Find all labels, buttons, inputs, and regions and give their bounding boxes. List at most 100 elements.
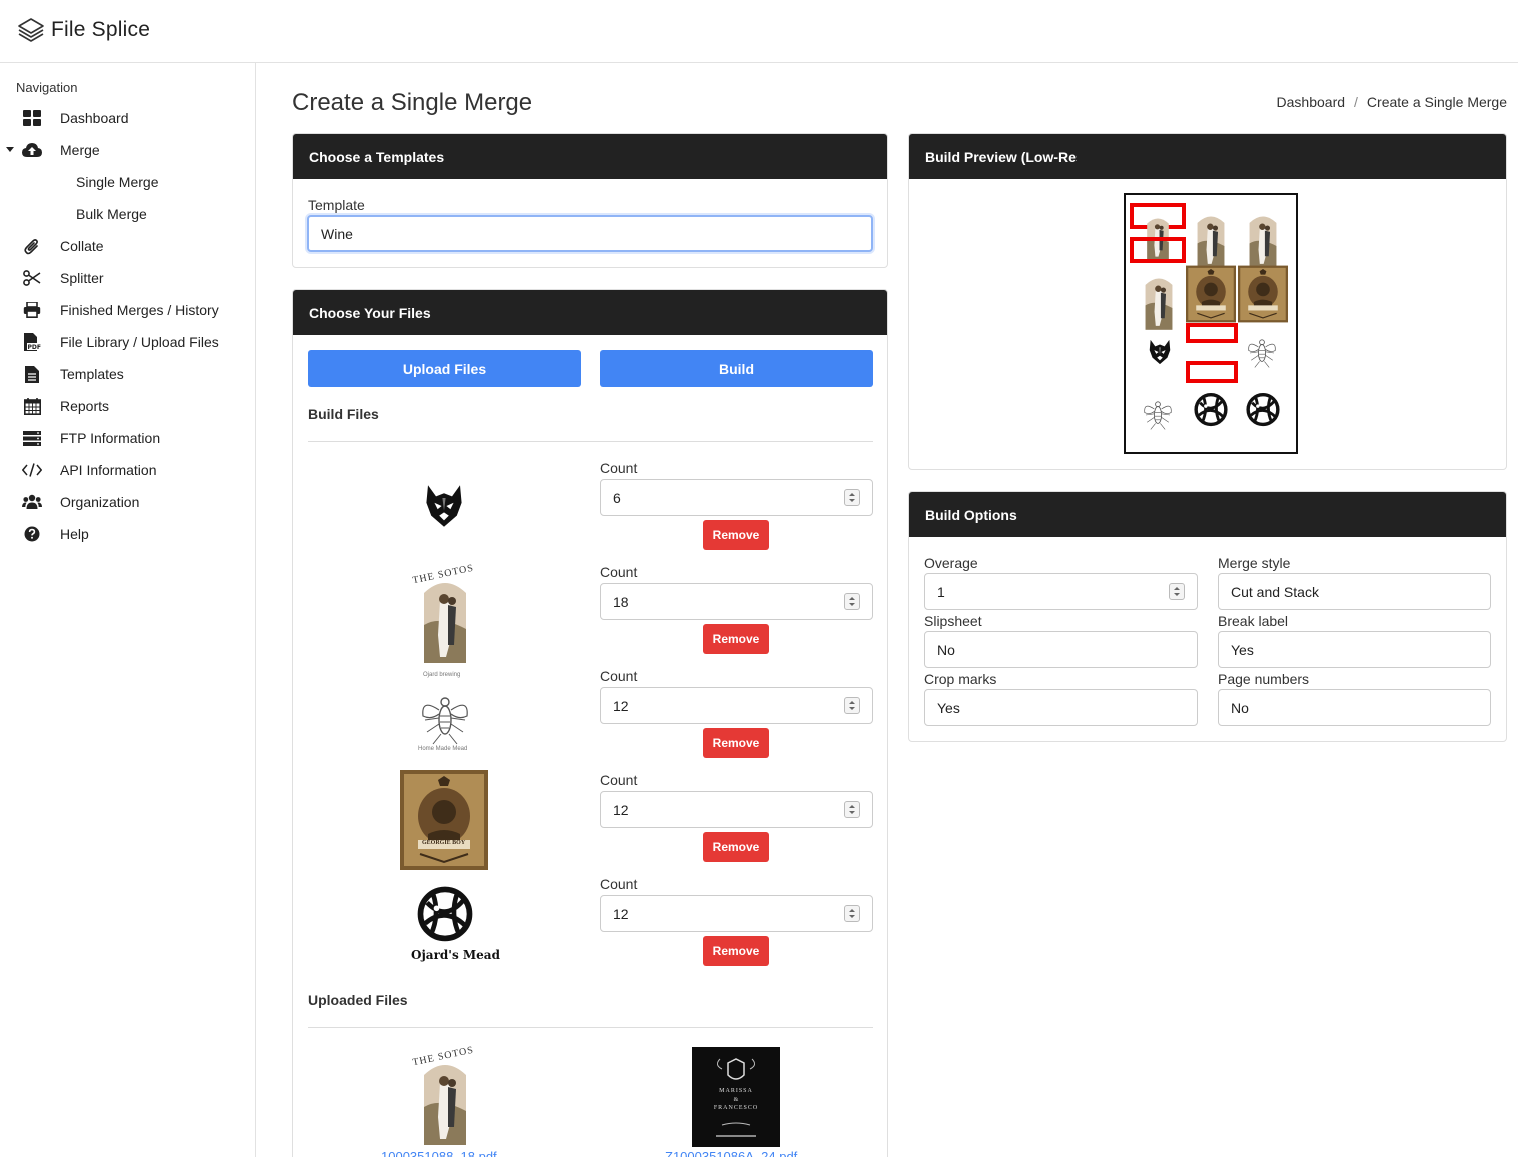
remove-button[interactable]: Remove	[703, 832, 769, 862]
slipsheet-select[interactable]: No	[924, 631, 1198, 668]
marissa-text-3: FRANCESCO	[713, 1105, 759, 1111]
number-spinner-icon[interactable]	[844, 697, 860, 714]
sidebar-item-label: Finished Merges / History	[60, 302, 219, 318]
marissa-text-1: MARISSA	[719, 1088, 753, 1094]
nav-list: Dashboard Merge Single Merge Bulk Merge …	[0, 102, 255, 550]
sidebar-item-api[interactable]: API Information	[0, 454, 255, 486]
sidebar-item-label: Single Merge	[76, 174, 159, 190]
sidebar-item-label: Collate	[60, 238, 104, 254]
sidebar-item-single-merge[interactable]: Single Merge	[0, 166, 255, 198]
remove-button[interactable]: Remove	[703, 936, 769, 966]
build-button[interactable]: Build	[600, 350, 873, 387]
count-input[interactable]: 12	[600, 895, 873, 932]
number-spinner-icon[interactable]	[844, 593, 860, 610]
sidebar-item-bulk-merge[interactable]: Bulk Merge	[0, 198, 255, 230]
remove-button[interactable]: Remove	[703, 624, 769, 654]
count-label: Count	[600, 876, 638, 892]
remove-button[interactable]: Remove	[703, 728, 769, 758]
breadcrumb-dashboard[interactable]: Dashboard	[1277, 94, 1346, 110]
sidebar-item-organization[interactable]: Organization	[0, 486, 255, 518]
printer-icon	[22, 301, 42, 319]
sidebar-item-label: Splitter	[60, 270, 104, 286]
ojards-knot-art	[410, 880, 480, 946]
uploaded-file-thumbnail[interactable]: THE SOTOS	[410, 1045, 480, 1147]
slipsheet-label: Slipsheet	[924, 613, 982, 629]
uploaded-file-link[interactable]: Z1000351086A_24.pdf	[665, 1149, 797, 1157]
sidebar-item-collate[interactable]: Collate	[0, 230, 255, 262]
sidebar-item-help[interactable]: Help	[0, 518, 255, 550]
page-numbers-value: No	[1231, 699, 1249, 716]
cloud-upload-icon	[22, 141, 42, 159]
sidebar-item-finished-merges[interactable]: Finished Merges / History	[0, 294, 255, 326]
preview-card-header: Build Preview (Low-Resolution)	[909, 134, 1077, 179]
brand[interactable]: File Splice	[17, 16, 150, 44]
crop-marks-label: Crop marks	[924, 671, 997, 687]
sidebar-item-dashboard[interactable]: Dashboard	[0, 102, 255, 134]
files-card: Choose Your Files Upload Files Build Bui…	[292, 289, 888, 1157]
count-value: 6	[613, 489, 621, 506]
count-value: 12	[613, 801, 629, 818]
build-options-header: Build Options	[909, 492, 1506, 537]
uploaded-file-link[interactable]: 1000351088_18.pdf	[381, 1149, 497, 1157]
layers-logo-icon	[18, 18, 44, 42]
count-label: Count	[600, 564, 638, 580]
number-spinner-icon[interactable]	[844, 801, 860, 818]
sidebar-item-label: Templates	[60, 366, 124, 382]
count-input[interactable]: 12	[600, 791, 873, 828]
break-label-value: Yes	[1231, 641, 1254, 658]
sidebar-item-splitter[interactable]: Splitter	[0, 262, 255, 294]
count-input[interactable]: 18	[600, 583, 873, 620]
sidebar-item-label: FTP Information	[60, 430, 161, 446]
bee-mead-thumbnail: Ojard brewing Home Made Mead	[410, 672, 480, 756]
sidebar-item-templates[interactable]: Templates	[0, 358, 255, 390]
code-icon	[22, 461, 42, 479]
number-spinner-icon[interactable]	[844, 905, 860, 922]
remove-button[interactable]: Remove	[703, 520, 769, 550]
georgie-boy-art	[400, 770, 488, 870]
app-name: File Splice	[51, 18, 151, 41]
sidebar-item-reports[interactable]: Reports	[0, 390, 255, 422]
break-label-select[interactable]: Yes	[1218, 631, 1491, 668]
calendar-icon	[22, 397, 42, 415]
ojards-mead-thumbnail: Ojard's Mead	[405, 880, 500, 966]
sidebar: Navigation Dashboard Merge Single Merge …	[0, 63, 256, 1157]
paperclip-icon	[22, 237, 42, 255]
wolf-logo-thumbnail	[426, 485, 462, 527]
template-select[interactable]: Wine	[307, 215, 873, 252]
count-input[interactable]: 12	[600, 687, 873, 724]
sidebar-item-ftp[interactable]: FTP Information	[0, 422, 255, 454]
sidebar-item-label: Dashboard	[60, 110, 129, 126]
sidebar-item-label: API Information	[60, 462, 157, 478]
preview-card-title: Build Preview (Low-Resolution)	[925, 148, 1077, 165]
caret-down-icon[interactable]	[6, 147, 14, 152]
overage-input[interactable]: 1	[924, 573, 1198, 610]
breadcrumb: Dashboard / Create a Single Merge	[1277, 94, 1507, 110]
count-input[interactable]: 6	[600, 479, 873, 516]
georgie-label-text: GEORGIE BOY	[422, 840, 466, 846]
document-icon	[22, 365, 42, 383]
sidebar-item-file-library[interactable]: PDF File Library / Upload Files	[0, 326, 255, 358]
merge-style-select[interactable]: Cut and Stack	[1218, 573, 1491, 610]
crop-marks-select[interactable]: Yes	[924, 689, 1198, 726]
uploaded-files-title: Uploaded Files	[308, 992, 408, 1008]
uploaded-file-thumbnail[interactable]: MARISSA & FRANCESCO	[692, 1047, 780, 1147]
number-spinner-icon[interactable]	[844, 489, 860, 506]
number-spinner-icon[interactable]	[1169, 583, 1185, 600]
server-icon	[22, 429, 42, 447]
build-files-title: Build Files	[308, 406, 379, 422]
bee-bottom-text: Home Made Mead	[418, 746, 468, 752]
upload-files-button[interactable]: Upload Files	[308, 350, 581, 387]
build-files-divider	[308, 441, 873, 442]
sidebar-item-merge[interactable]: Merge	[0, 134, 255, 166]
overage-label: Overage	[924, 555, 978, 571]
build-options-card: Build Options Overage 1 Merge style Cut …	[908, 491, 1507, 742]
top-bar: File Splice	[0, 0, 1518, 63]
preview-sheet-art	[1130, 203, 1288, 430]
sotos-wedding-thumbnail: THE SOTOS	[410, 563, 480, 665]
sidebar-item-label: Organization	[60, 494, 140, 510]
templates-card-header: Choose a Templates	[293, 134, 887, 179]
files-card-header: Choose Your Files	[293, 290, 887, 335]
scissors-icon	[22, 269, 42, 287]
page-numbers-select[interactable]: No	[1218, 689, 1491, 726]
preview-sheet[interactable]	[1124, 193, 1298, 454]
